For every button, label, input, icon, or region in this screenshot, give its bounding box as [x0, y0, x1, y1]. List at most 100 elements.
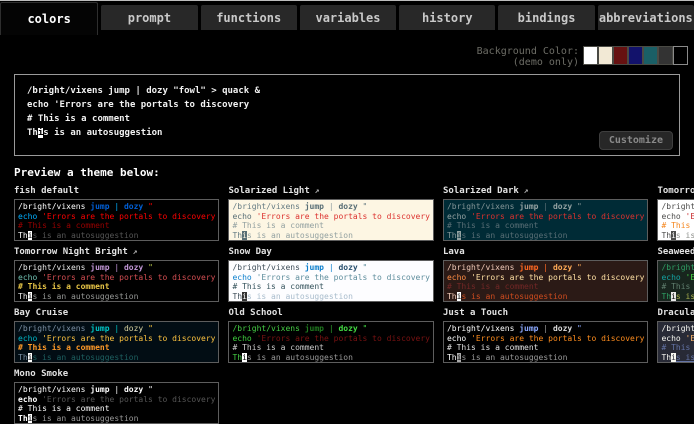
token: Th [447, 353, 457, 362]
theme-title[interactable]: Dracula [657, 308, 694, 318]
theme-preview[interactable]: /bright/vixens jump | dozy "echo 'Errors… [443, 321, 648, 363]
theme-card-snow-day: Snow Day/bright/vixens jump | dozy "echo… [228, 247, 433, 302]
token: s is an autosuggestion [32, 231, 138, 240]
sample-line-comment: # This is a comment [18, 404, 215, 414]
sample-line-command: /bright/vixens jump | dozy " [661, 263, 694, 273]
background-color-swatch[interactable] [643, 46, 658, 65]
background-color-swatch[interactable] [583, 46, 598, 65]
theme-preview[interactable]: /bright/vixens jump | dozy "echo 'Errors… [14, 199, 219, 241]
sample-line-error: echo 'Errors are the portals to discover… [18, 334, 215, 344]
theme-preview[interactable]: /bright/vixens jump | dozy "echo 'Errors… [14, 382, 219, 424]
background-color-sublabel: (demo only) [477, 57, 579, 68]
background-color-swatch[interactable] [673, 46, 688, 65]
sample-line-command: /bright/vixens jump | dozy " [232, 324, 429, 334]
token: " [148, 324, 153, 333]
token: /bright/vixens [18, 385, 90, 394]
token: | [110, 324, 124, 333]
theme-preview[interactable]: /bright/vixens jump | dozy "echo 'Errors… [228, 199, 433, 241]
theme-preview[interactable]: /bright/vixens jump | dozy "echo 'Errors… [228, 321, 433, 363]
theme-preview[interactable]: /bright/vixens jump | dozy "echo 'Errors… [657, 321, 694, 363]
tab-bindings[interactable]: bindings [498, 5, 594, 30]
token: Mono Smoke [14, 369, 68, 379]
token: /bright/vixens [661, 202, 694, 211]
sample-line-comment: # This is a comment [232, 343, 429, 353]
token: dozy [124, 324, 148, 333]
token: s is an autosuggestion [461, 292, 567, 301]
theme-title[interactable]: Snow Day [228, 247, 433, 257]
token: echo [232, 212, 256, 221]
theme-title[interactable]: Mono Smoke [14, 369, 219, 379]
sample-line-autosuggest: This is an autosuggestion [661, 292, 694, 302]
sample-line-comment: # This is a comment [447, 282, 644, 292]
theme-title[interactable]: Bay Cruise [14, 308, 219, 318]
token: jump [305, 202, 324, 211]
theme-card-solarized-light: Solarized Light ↗ /bright/vixens jump | d… [228, 186, 433, 241]
theme-card-mono-smoke: Mono Smoke/bright/vixens jump | dozy "ec… [14, 369, 219, 424]
sample-line-autosuggest: This is an autosuggestion [232, 353, 429, 363]
sample-line-command: /bright/vixens jump | dozy " [661, 202, 694, 212]
theme-title[interactable]: Solarized Dark ↗ [443, 186, 648, 196]
background-color-swatch[interactable] [658, 46, 673, 65]
tab-variables[interactable]: variables [300, 5, 396, 30]
external-link-icon[interactable]: ↗ [310, 186, 320, 195]
token: | [110, 202, 124, 211]
token: Lava [443, 247, 465, 257]
background-color-swatch[interactable] [628, 46, 643, 65]
sample-line-command: /bright/vixens jump | dozy " [18, 263, 215, 273]
sample-line-autosuggest: This is an autosuggestion [661, 353, 694, 363]
background-color-swatches [583, 46, 688, 65]
theme-title[interactable]: Tomorrow ↗ [657, 186, 694, 196]
theme-preview[interactable]: /bright/vixens jump | dozy "echo 'Errors… [228, 260, 433, 302]
terminal-line: echo 'Errors are the portals to discover… [27, 98, 667, 112]
theme-title[interactable]: Old School [228, 308, 433, 318]
token: s is an autosuggestion [32, 414, 138, 423]
external-link-icon[interactable]: ↗ [519, 186, 529, 195]
customize-button[interactable]: Customize [599, 131, 673, 150]
token: s is an autosuggestion [43, 128, 162, 138]
theme-preview[interactable]: /bright/vixens jump | dozy "echo 'Errors… [14, 260, 219, 302]
background-color-swatch[interactable] [613, 46, 628, 65]
sample-line-error: echo 'Errors are the portals to discover… [661, 212, 694, 222]
theme-preview[interactable]: /bright/vixens jump | dozy "echo 'Errors… [14, 321, 219, 363]
theme-title[interactable]: Seaweed [657, 247, 694, 257]
token: /bright/vixens [232, 202, 304, 211]
tab-prompt[interactable]: prompt [101, 5, 197, 30]
token: s is an autosuggestion [676, 292, 694, 301]
tab-history[interactable]: history [399, 5, 495, 30]
token: | [538, 324, 552, 333]
token: | [538, 263, 552, 272]
theme-title[interactable]: Solarized Light ↗ [228, 186, 433, 196]
background-color-swatch[interactable] [598, 46, 613, 65]
token: Th [232, 231, 242, 240]
token: Snow Day [228, 247, 271, 257]
theme-title[interactable]: Tomorrow Night Bright ↗ [14, 247, 219, 257]
token: # This is a comment [661, 343, 694, 352]
theme-card-dracula: Dracula/bright/vixens jump | dozy "echo … [657, 308, 694, 363]
token: s is an autosuggestion [676, 231, 694, 240]
tab-colors[interactable]: colors [0, 2, 98, 35]
sample-line-error: echo 'Errors are the portals to discover… [661, 273, 694, 283]
token: | [110, 385, 124, 394]
token: " [577, 263, 582, 272]
theme-preview[interactable]: /bright/vixens jump | dozy "echo 'Errors… [443, 260, 648, 302]
token: " [148, 385, 153, 394]
tab-functions[interactable]: functions [201, 5, 297, 30]
theme-title[interactable]: Just a Touch [443, 308, 648, 318]
token: Old School [228, 308, 282, 318]
theme-grid: fish default/bright/vixens jump | dozy "… [14, 186, 680, 424]
terminal-line: /bright/vixens jump | dozy "fowl" > quac… [27, 84, 667, 98]
theme-card-just-a-touch: Just a Touch/bright/vixens jump | dozy "… [443, 308, 648, 363]
theme-preview[interactable]: /bright/vixens jump | dozy "echo 'Errors… [657, 199, 694, 241]
theme-preview[interactable]: /bright/vixens jump | dozy "echo 'Errors… [443, 199, 648, 241]
theme-preview[interactable]: /bright/vixens jump | dozy "echo 'Errors… [657, 260, 694, 302]
token: /bright/vixens [661, 324, 694, 333]
theme-title[interactable]: Lava [443, 247, 648, 257]
token: echo [447, 212, 471, 221]
sample-line-comment: # This is a comment [447, 221, 644, 231]
token: Th [18, 231, 28, 240]
tab-abbreviations[interactable]: abbreviations [598, 5, 694, 30]
theme-title[interactable]: fish default [14, 186, 219, 196]
external-link-icon[interactable]: ↗ [128, 247, 138, 256]
sample-line-command: /bright/vixens jump | dozy " [447, 324, 644, 334]
token: Th [27, 128, 38, 138]
